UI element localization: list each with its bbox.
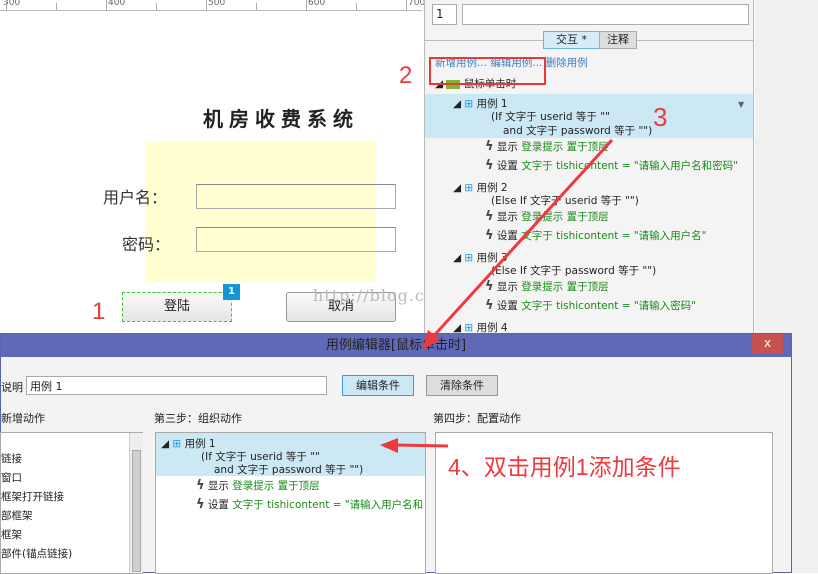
arrow-icon [380,438,449,453]
annotation-arrows [380,138,614,453]
arrow-icon [422,138,614,350]
